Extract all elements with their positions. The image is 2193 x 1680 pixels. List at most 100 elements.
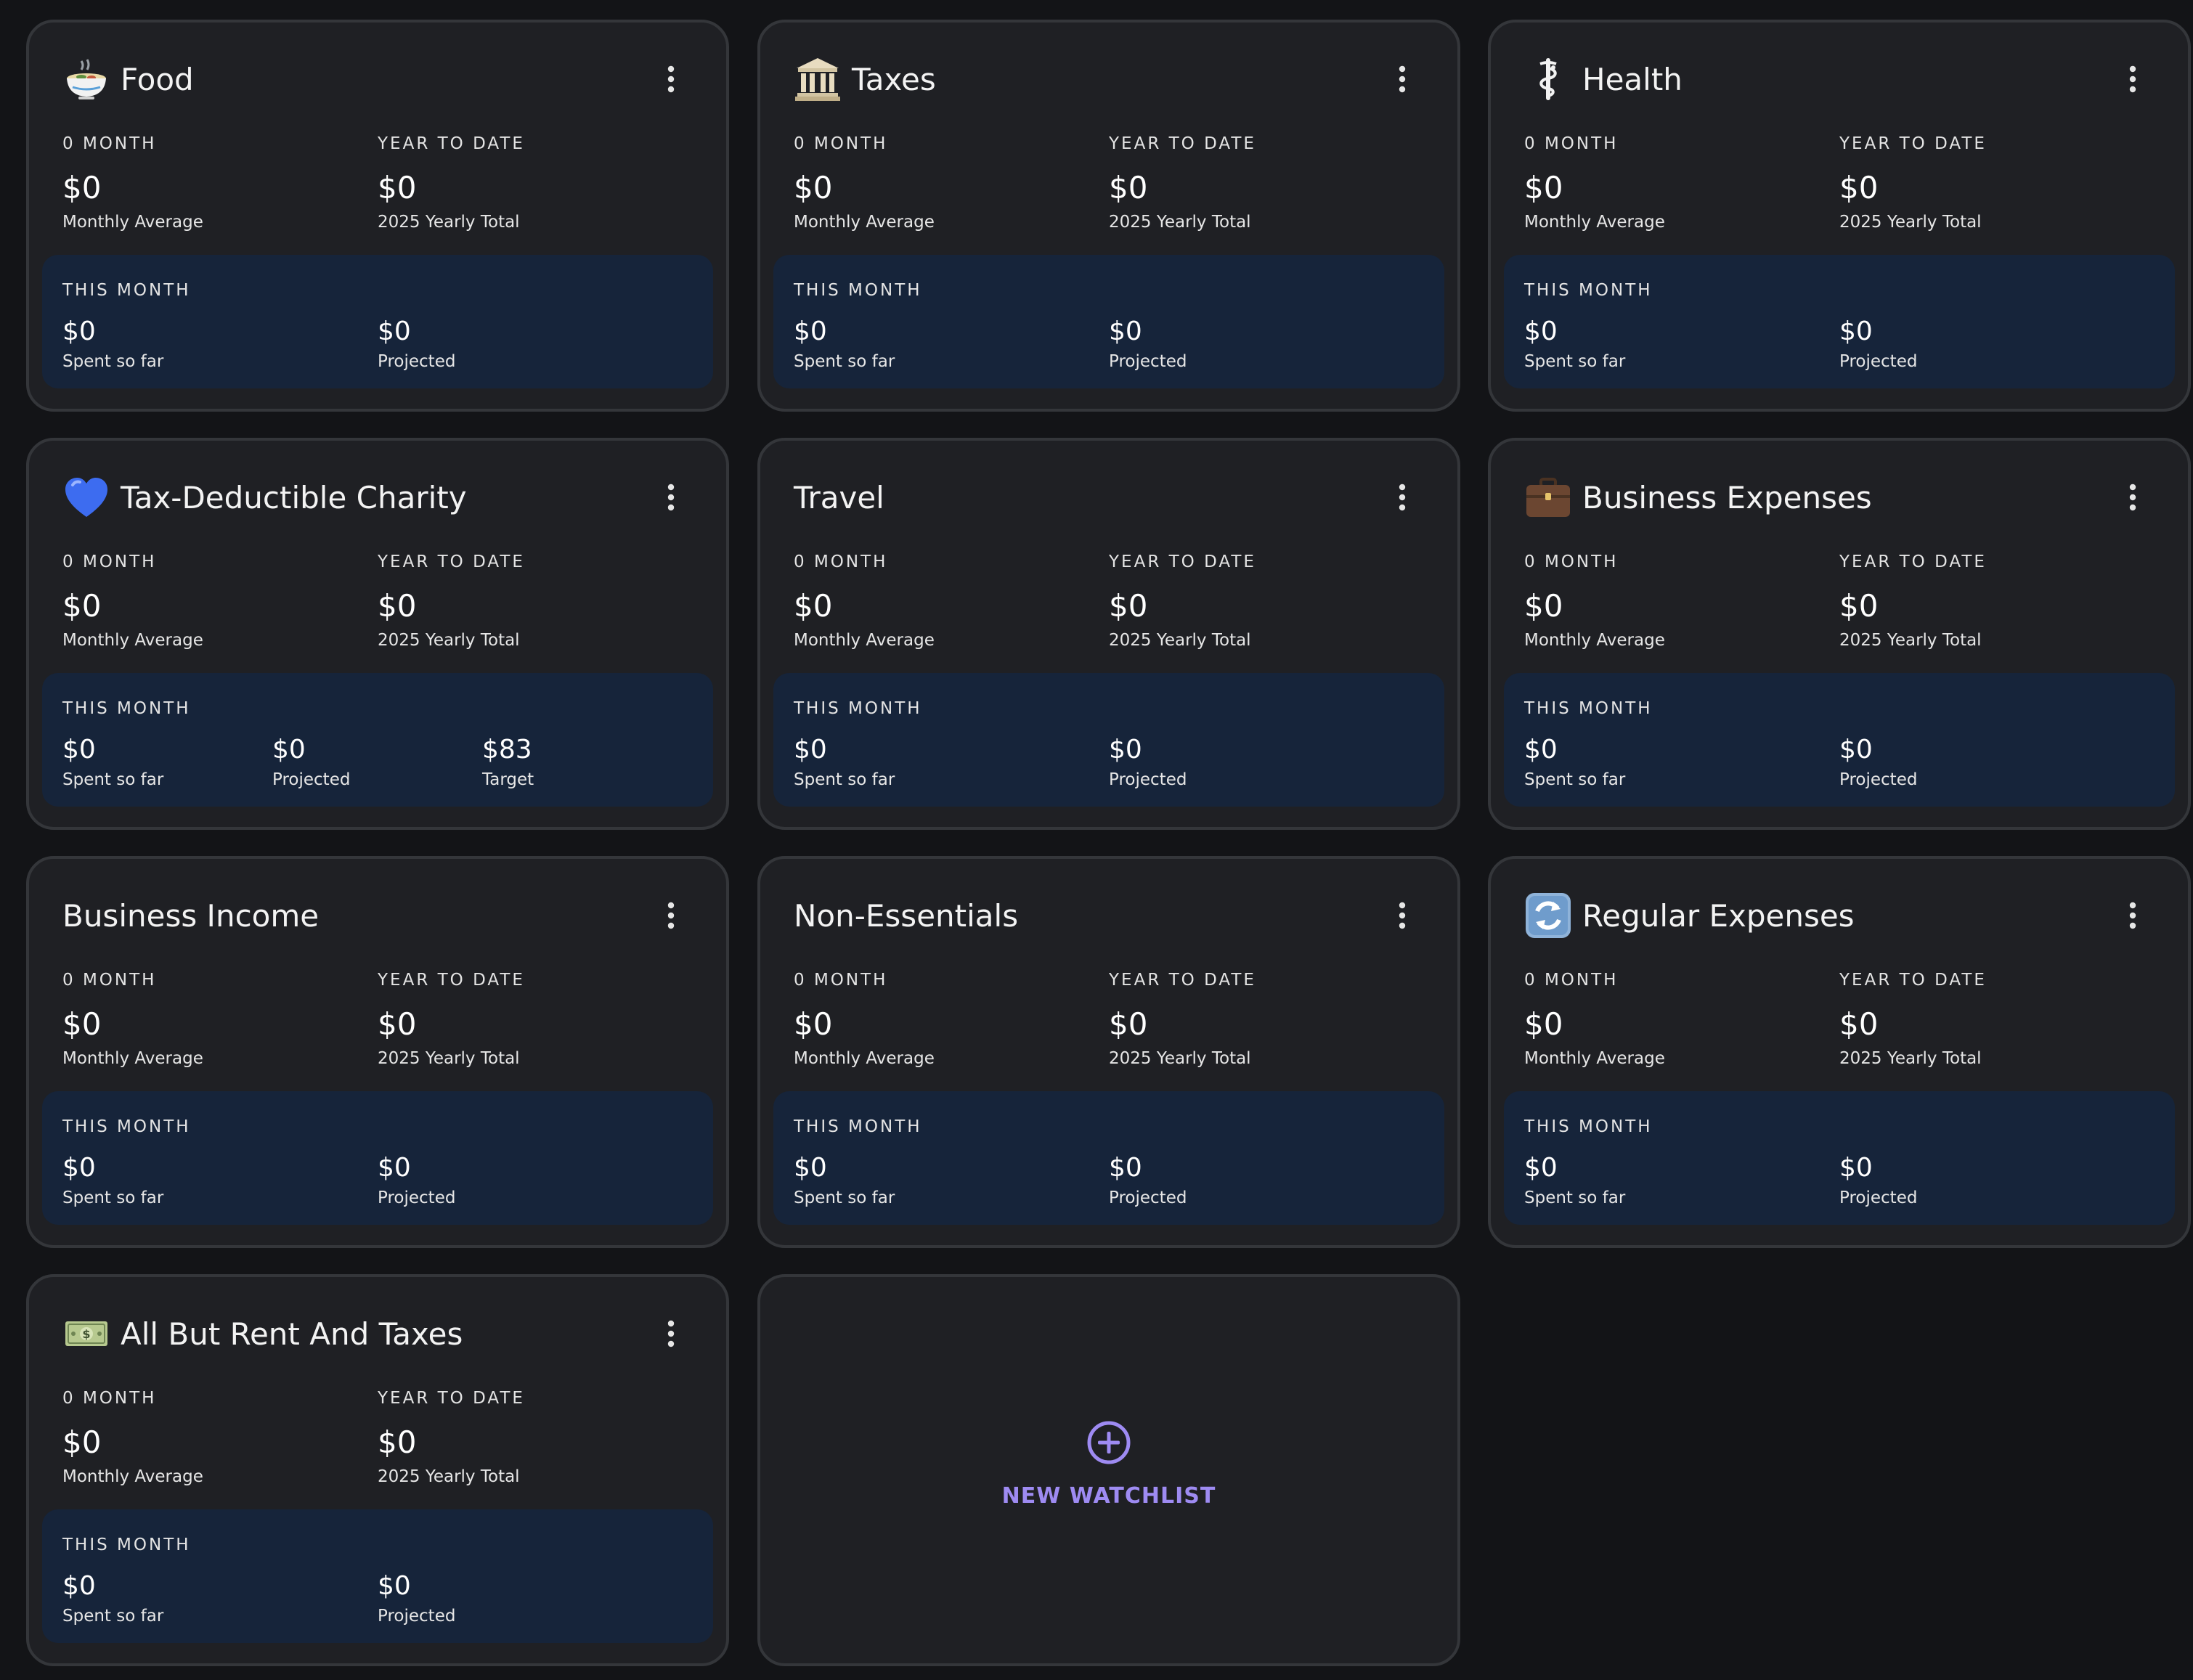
stat-value: $0 [794, 588, 833, 624]
stat-value: $0 [1524, 588, 1563, 624]
dollar-banknote-icon: $ [62, 1310, 110, 1358]
month-metric-value: $0 [794, 1153, 827, 1183]
month-metric-value: $0 [1524, 317, 1558, 346]
watchlist-card-travel: Travel 0 MONTH $0 Monthly Average YEAR TO DA… [757, 438, 1460, 830]
stat-value: $0 [62, 1006, 102, 1042]
month-metric-spent-so-far: $0 Spent so far [1524, 316, 1625, 372]
this-month-panel: THIS MONTH $0 Spent so far $0 Projected [773, 1091, 1444, 1225]
month-metric-value: $0 [272, 735, 306, 764]
card-header: $ All But Rent And Taxes [62, 1306, 693, 1361]
stat-value: $0 [1524, 170, 1563, 205]
stat-caption: Monthly Average [794, 213, 935, 232]
stat-label: 0 MONTH [1524, 134, 1619, 153]
card-title[interactable]: Taxes [852, 62, 1380, 97]
this-month-panel: THIS MONTH $0 Spent so far $0 Projected [773, 673, 1444, 807]
more-options-button[interactable] [649, 52, 693, 107]
summary-stats: 0 MONTH $0 Monthly Average YEAR TO DATE $0 20… [62, 969, 693, 1078]
watchlist-grid: Food 0 MONTH $0 Monthly Average YEAR TO DATE… [0, 0, 2193, 1680]
this-month-label: THIS MONTH [794, 699, 922, 718]
month-metric-caption: Spent so far [794, 770, 895, 789]
card-title[interactable]: Food [121, 62, 649, 97]
monthly-average-stat: 0 MONTH $0 Monthly Average [62, 133, 203, 233]
more-options-button[interactable] [2111, 52, 2155, 107]
month-metric-projected: $0 Projected [272, 734, 350, 791]
month-metric-value: $0 [1524, 1153, 1558, 1183]
bowl-icon [62, 55, 110, 103]
monthly-average-stat: 0 MONTH $0 Monthly Average [794, 133, 935, 233]
year-to-date-stat: YEAR TO DATE $0 2025 Yearly Total [1839, 969, 1987, 1069]
svg-text:$: $ [82, 1327, 90, 1341]
more-options-button[interactable] [1380, 470, 1424, 525]
stat-caption: Monthly Average [794, 1049, 935, 1068]
year-to-date-stat: YEAR TO DATE $0 2025 Yearly Total [1109, 969, 1256, 1069]
card-header: Non-Essentials [794, 888, 1424, 943]
month-metric-value: $0 [378, 317, 411, 346]
stat-label: 0 MONTH [62, 552, 157, 571]
more-options-button[interactable] [2111, 470, 2155, 525]
month-metric-spent-so-far: $0 Spent so far [62, 316, 163, 372]
month-metric-value: $0 [62, 1571, 96, 1601]
month-metric-projected: $0 Projected [378, 1570, 455, 1627]
card-title[interactable]: Business Expenses [1582, 480, 2111, 515]
new-watchlist-label: NEW WATCHLIST [1001, 1483, 1216, 1509]
monthly-average-stat: 0 MONTH $0 Monthly Average [794, 969, 935, 1069]
monthly-average-stat: 0 MONTH $0 Monthly Average [794, 551, 935, 651]
stat-caption: Monthly Average [1524, 1049, 1665, 1068]
summary-stats: 0 MONTH $0 Monthly Average YEAR TO DATE $0 20… [1524, 969, 2155, 1078]
kebab-menu-icon [666, 901, 676, 930]
month-metric-value: $0 [1839, 1153, 1873, 1183]
more-options-button[interactable] [649, 888, 693, 943]
stat-value: $0 [794, 1006, 833, 1042]
stat-label: YEAR TO DATE [1839, 134, 1987, 153]
month-metric-caption: Projected [378, 1188, 456, 1207]
month-metric-spent-so-far: $0 Spent so far [1524, 1152, 1625, 1209]
kebab-menu-icon [2128, 483, 2138, 512]
month-metric-value: $0 [378, 1571, 411, 1601]
card-title[interactable]: Regular Expenses [1582, 898, 2111, 934]
summary-stats: 0 MONTH $0 Monthly Average YEAR TO DATE $0 20… [1524, 551, 2155, 660]
watchlist-card-tax-deductible-charity: Tax-Deductible Charity 0 MONTH $0 Monthly A… [26, 438, 729, 830]
watchlist-card-non-essentials: Non-Essentials 0 MONTH $0 Monthly Average YE… [757, 856, 1460, 1248]
new-watchlist-button[interactable]: NEW WATCHLIST [757, 1274, 1460, 1666]
month-metric-caption: Spent so far [794, 352, 895, 371]
month-metric-projected: $0 Projected [1109, 734, 1187, 791]
card-title[interactable]: Tax-Deductible Charity [121, 480, 649, 515]
stat-caption: Monthly Average [1524, 213, 1665, 232]
blue-heart-icon [62, 473, 110, 521]
stat-caption: 2025 Yearly Total [378, 213, 520, 232]
more-options-button[interactable] [649, 470, 693, 525]
more-options-button[interactable] [2111, 888, 2155, 943]
month-metric-caption: Projected [1839, 1188, 1918, 1207]
stat-caption: 2025 Yearly Total [1109, 213, 1251, 232]
kebab-menu-icon [666, 65, 676, 94]
card-title[interactable]: Travel [794, 480, 1380, 515]
this-month-label: THIS MONTH [1524, 1117, 1653, 1136]
briefcase-icon [1524, 473, 1572, 521]
watchlist-card-regular-expenses: Regular Expenses 0 MONTH $0 Monthly Average… [1488, 856, 2191, 1248]
this-month-panel: THIS MONTH $0 Spent so far $0 Projected [42, 255, 713, 388]
summary-stats: 0 MONTH $0 Monthly Average YEAR TO DATE $0 20… [62, 133, 693, 242]
stat-label: YEAR TO DATE [378, 1389, 525, 1408]
month-metric-value: $0 [1839, 735, 1873, 764]
card-header: Business Expenses [1524, 470, 2155, 525]
stat-label: 0 MONTH [62, 134, 157, 153]
month-metric-caption: Spent so far [1524, 352, 1626, 371]
card-title[interactable]: Business Income [62, 898, 649, 934]
month-metric-value: $0 [794, 317, 827, 346]
stat-value: $0 [1109, 588, 1148, 624]
year-to-date-stat: YEAR TO DATE $0 2025 Yearly Total [378, 969, 525, 1069]
month-metric-caption: Spent so far [62, 1607, 164, 1626]
more-options-button[interactable] [1380, 52, 1424, 107]
stat-value: $0 [62, 170, 102, 205]
card-title[interactable]: All But Rent And Taxes [121, 1316, 649, 1352]
card-title[interactable]: Health [1582, 62, 2111, 97]
this-month-panel: THIS MONTH $0 Spent so far $0 Projected [1504, 255, 2175, 388]
month-metric-spent-so-far: $0 Spent so far [1524, 734, 1625, 791]
watchlist-card-business-expenses: Business Expenses 0 MONTH $0 Monthly Averag… [1488, 438, 2191, 830]
more-options-button[interactable] [1380, 888, 1424, 943]
card-title[interactable]: Non-Essentials [794, 898, 1380, 934]
month-metric-caption: Spent so far [62, 1188, 164, 1207]
month-metric-caption: Spent so far [1524, 1188, 1626, 1207]
more-options-button[interactable] [649, 1306, 693, 1361]
stat-label: YEAR TO DATE [378, 134, 525, 153]
